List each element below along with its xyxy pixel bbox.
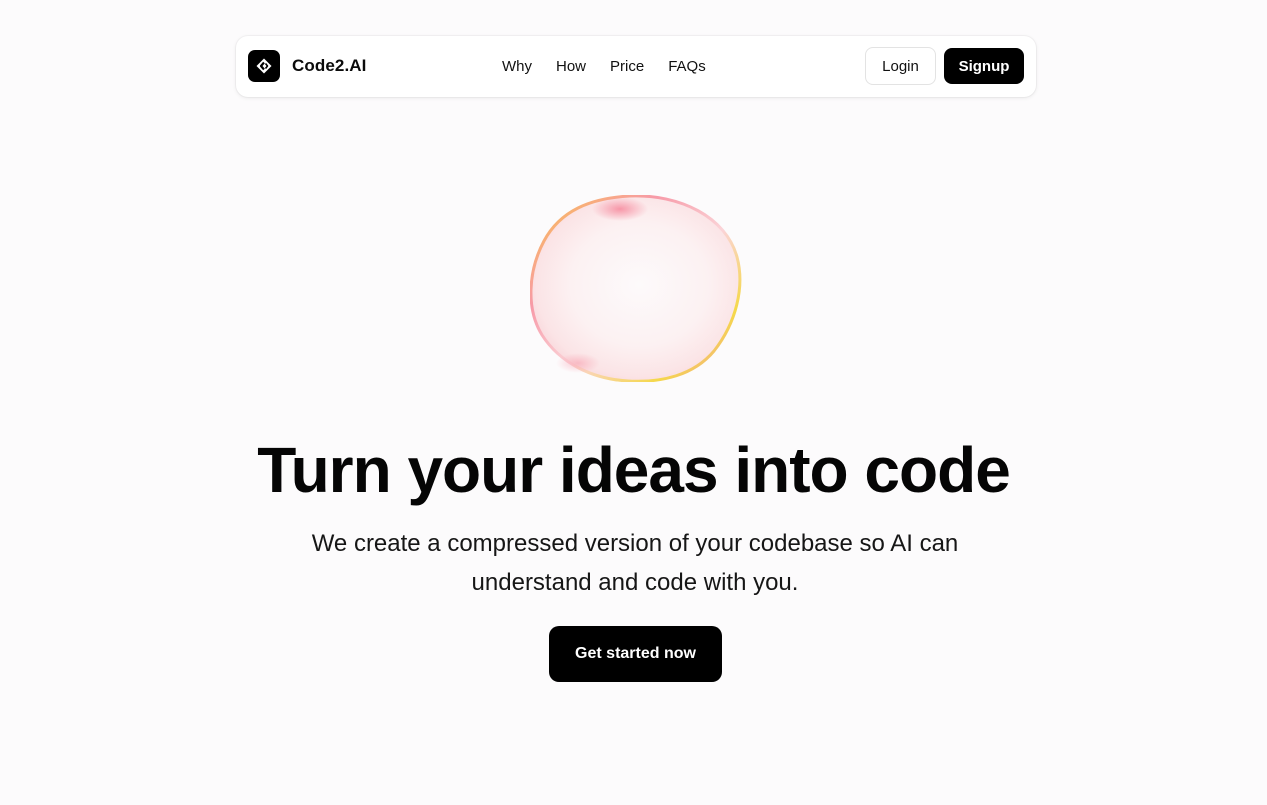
nav-link-faqs[interactable]: FAQs bbox=[668, 58, 706, 75]
nav-link-how[interactable]: How bbox=[556, 58, 586, 75]
signup-button[interactable]: Signup bbox=[944, 48, 1024, 84]
auth-buttons: Login Signup bbox=[865, 47, 1024, 85]
top-navbar: Code2.AI Why How Price FAQs Login Signup bbox=[236, 36, 1036, 97]
brand-name: Code2.AI bbox=[292, 56, 367, 75]
gradient-orb-image bbox=[529, 194, 742, 383]
hero-headline: Turn your ideas into code bbox=[257, 434, 1011, 506]
code-diamond-icon bbox=[248, 50, 280, 82]
landing-page: Code2.AI Why How Price FAQs Login Signup bbox=[0, 0, 1267, 805]
hero-subtext: We create a compressed version of your c… bbox=[311, 530, 959, 596]
main-nav: Why How Price FAQs bbox=[502, 36, 706, 97]
login-button[interactable]: Login bbox=[865, 47, 936, 85]
nav-link-why[interactable]: Why bbox=[502, 58, 532, 75]
brand-home-link[interactable]: Code2.AI bbox=[248, 50, 366, 82]
nav-link-price[interactable]: Price bbox=[610, 58, 644, 75]
get-started-button[interactable]: Get started now bbox=[549, 626, 722, 682]
